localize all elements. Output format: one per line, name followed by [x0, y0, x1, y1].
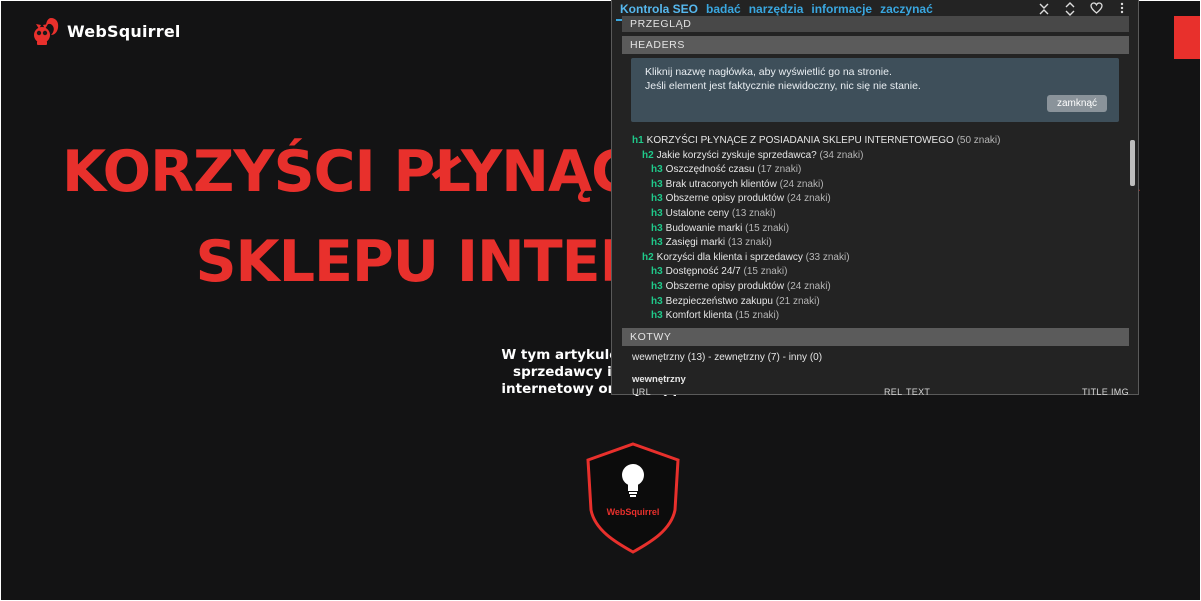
headers-notice: Kliknij nazwę nagłówka, aby wyświetlić g…	[631, 58, 1119, 122]
side-red-tab[interactable]	[1174, 16, 1200, 59]
headings-tree: h1 KORZYŚCI PŁYNĄCE Z POSIADANIA SKLEPU I…	[622, 134, 1129, 324]
heading-row-h3[interactable]: h3 Oszczędność czasu (17 znaki)	[622, 163, 1129, 178]
anchors-section: KOTWY wewnętrzny (13) - zewnętrzny (7) -…	[622, 327, 1129, 395]
squirrel-logo-icon	[34, 18, 59, 45]
brand-name: WebSquirrel	[67, 21, 181, 41]
anchors-table-header: URL REL TEXT TITLE IMG	[622, 387, 1129, 395]
section-anchors[interactable]: KOTWY	[622, 327, 1129, 346]
heading-row-h3[interactable]: h3 Budowanie marki (15 znaki)	[622, 222, 1129, 237]
column-title[interactable]: TITLE	[1082, 387, 1108, 395]
seo-content: PRZEGLĄD HEADERS Kliknij nazwę nagłówka,…	[622, 16, 1129, 395]
notice-line: Jeśli element jest faktycznie niewidoczn…	[645, 80, 921, 92]
heading-row-h3[interactable]: h3 Komfort klienta (15 znaki)	[622, 309, 1129, 324]
column-img[interactable]: IMG	[1111, 387, 1129, 395]
notice-line: Kliknij nazwę nagłówka, aby wyświetlić g…	[645, 66, 892, 78]
tab-info[interactable]: informacje	[807, 0, 876, 16]
lightbulb-shield-badge: WebSquirrel	[586, 442, 680, 554]
heading-row-h1[interactable]: h1 KORZYŚCI PŁYNĄCE Z POSIADANIA SKLEPU I…	[622, 134, 1129, 149]
tab-inspect[interactable]: badać	[702, 0, 745, 16]
section-overview[interactable]: PRZEGLĄD	[622, 16, 1129, 32]
column-text[interactable]: TEXT	[906, 387, 930, 395]
heading-row-h3[interactable]: h3 Ustalone ceny (13 znaki)	[622, 207, 1129, 222]
heading-row-h3[interactable]: h3 Dostępność 24/7 (15 znaki)	[622, 265, 1129, 280]
tab-start[interactable]: zaczynać	[876, 0, 937, 16]
heading-row-h3[interactable]: h3 Bezpieczeństwo zakupu (21 znaki)	[622, 295, 1129, 310]
column-url[interactable]: URL	[632, 387, 651, 395]
heading-row-h2[interactable]: h2 Korzyści dla klienta i sprzedawcy (33 …	[622, 251, 1129, 266]
anchors-subheading: wewnętrzny	[632, 373, 686, 385]
close-notice-button[interactable]: zamknąć	[1046, 95, 1107, 112]
panel-scrollbar[interactable]	[1129, 20, 1136, 392]
heading-row-h3[interactable]: h3 Obszerne opisy produktów (24 znaki)	[622, 280, 1129, 295]
section-headers[interactable]: HEADERS	[622, 36, 1129, 54]
column-rel[interactable]: REL	[884, 387, 902, 395]
heading-row-h3[interactable]: h3 Obszerne opisy produktów (24 znaki)	[622, 192, 1129, 207]
badge-label: WebSquirrel	[607, 507, 660, 517]
seo-extension-panel: Kontrola SEO badać narzędzia informacje …	[611, 0, 1139, 395]
heading-row-h2[interactable]: h2 Jakie korzyści zyskuje sprzedawca? (34…	[622, 149, 1129, 164]
anchors-summary: wewnętrzny (13) - zewnętrzny (7) - inny …	[632, 351, 823, 363]
site-logo[interactable]: WebSquirrel	[31, 15, 181, 47]
heading-row-h3[interactable]: h3 Zasięgi marki (13 znaki)	[622, 236, 1129, 251]
scrollbar-thumb[interactable]	[1130, 140, 1135, 186]
tab-tools[interactable]: narzędzia	[745, 0, 808, 16]
heading-row-h3[interactable]: h3 Brak utraconych klientów (24 znaki)	[622, 178, 1129, 193]
